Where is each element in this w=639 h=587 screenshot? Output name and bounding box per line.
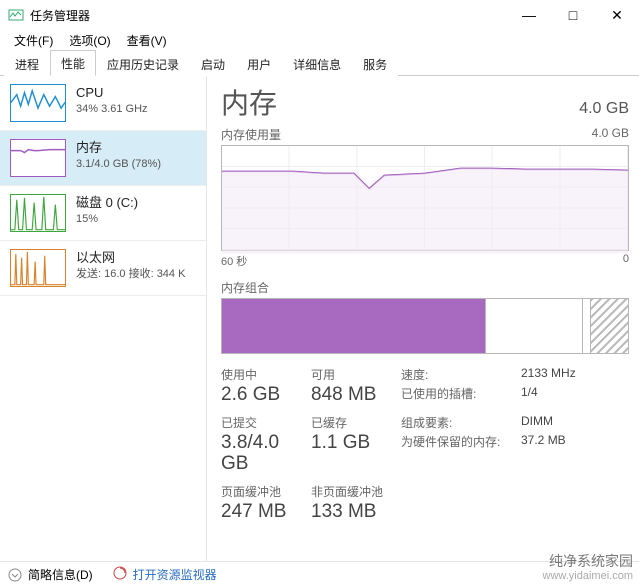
- form-value: DIMM: [521, 414, 629, 431]
- menu-bar: 文件(F) 选项(O) 查看(V): [0, 30, 639, 52]
- memory-panel: 内存 4.0 GB 内存使用量 4.0 GB 60 秒 0 内存组合 使用中 可…: [207, 76, 639, 561]
- tab-services[interactable]: 服务: [352, 51, 398, 76]
- tab-details[interactable]: 详细信息: [282, 51, 352, 76]
- avail-value: 848 MB: [311, 385, 401, 406]
- menu-file[interactable]: 文件(F): [6, 30, 61, 52]
- close-button[interactable]: ✕: [595, 0, 639, 30]
- resmon-icon: [113, 566, 127, 583]
- cpu-thumb-icon: [10, 84, 66, 122]
- nonpaged-value: 133 MB: [311, 502, 401, 523]
- memory-thumb-icon: [10, 139, 66, 177]
- hw-value: 37.2 MB: [521, 433, 629, 481]
- composition-used: [222, 299, 486, 353]
- commit-label: 已提交: [221, 414, 311, 431]
- memory-composition-chart: [221, 298, 629, 354]
- hw-label: 为硬件保留的内存:: [401, 433, 521, 481]
- maximize-button[interactable]: □: [551, 0, 595, 30]
- panel-title: 内存: [221, 82, 277, 122]
- sidebar-item-sub: 15%: [76, 212, 138, 227]
- axis-left: 60 秒: [221, 253, 247, 269]
- sidebar-item-label: 内存: [76, 139, 161, 157]
- tab-processes[interactable]: 进程: [4, 51, 50, 76]
- paged-value: 247 MB: [221, 502, 311, 523]
- sidebar-item-sub: 34% 3.61 GHz: [76, 102, 148, 117]
- commit-value: 3.8/4.0 GB: [221, 433, 311, 475]
- panel-capacity: 4.0 GB: [579, 100, 629, 118]
- slots-label: 已使用的插槽:: [401, 385, 521, 412]
- cached-value: 1.1 GB: [311, 433, 401, 475]
- memory-usage-chart: [221, 145, 629, 251]
- sidebar-item-label: 磁盘 0 (C:): [76, 194, 138, 212]
- in-use-value: 2.6 GB: [221, 385, 311, 406]
- menu-view[interactable]: 查看(V): [119, 30, 175, 52]
- composition-hw: [591, 299, 628, 353]
- form-label: 组成要素:: [401, 414, 521, 431]
- disk-thumb-icon: [10, 194, 66, 232]
- sidebar-item-sub: 3.1/4.0 GB (78%): [76, 157, 161, 172]
- sidebar-item-ethernet[interactable]: 以太网 发送: 16.0 接收: 344 K: [0, 241, 206, 296]
- open-resmon-link[interactable]: 打开资源监视器: [133, 566, 217, 583]
- usage-label: 内存使用量: [221, 126, 281, 143]
- composition-free: [583, 299, 591, 353]
- avail-label: 可用: [311, 366, 401, 383]
- tab-startup[interactable]: 启动: [190, 51, 236, 76]
- window-title: 任务管理器: [30, 7, 90, 24]
- ethernet-thumb-icon: [10, 249, 66, 287]
- sidebar-item-disk[interactable]: 磁盘 0 (C:) 15%: [0, 186, 206, 241]
- title-bar: 任务管理器 — □ ✕: [0, 0, 639, 30]
- tab-users[interactable]: 用户: [236, 51, 282, 76]
- axis-right: 0: [623, 253, 629, 269]
- menu-options[interactable]: 选项(O): [61, 30, 118, 52]
- fewer-details-button[interactable]: 简略信息(D): [28, 566, 93, 583]
- cached-label: 已缓存: [311, 414, 401, 431]
- tab-bar: 进程 性能 应用历史记录 启动 用户 详细信息 服务: [0, 52, 639, 76]
- usage-cap: 4.0 GB: [592, 126, 629, 143]
- speed-value: 2133 MHz: [521, 366, 629, 383]
- tab-history[interactable]: 应用历史记录: [96, 51, 190, 76]
- minimize-button[interactable]: —: [507, 0, 551, 30]
- tab-performance[interactable]: 性能: [50, 50, 96, 76]
- sidebar-item-label: CPU: [76, 84, 148, 102]
- sidebar-item-label: 以太网: [76, 249, 185, 267]
- paged-label: 页面缓冲池: [221, 483, 311, 500]
- in-use-label: 使用中: [221, 366, 311, 383]
- performance-sidebar: CPU 34% 3.61 GHz 内存 3.1/4.0 GB (78%): [0, 76, 207, 561]
- composition-margin: [486, 299, 583, 353]
- sidebar-item-cpu[interactable]: CPU 34% 3.61 GHz: [0, 76, 206, 131]
- nonpaged-label: 非页面缓冲池: [311, 483, 401, 500]
- speed-label: 速度:: [401, 366, 521, 383]
- composition-label: 内存组合: [221, 279, 629, 296]
- sidebar-item-sub: 发送: 16.0 接收: 344 K: [76, 267, 185, 282]
- app-icon: [8, 7, 24, 23]
- chevron-down-icon[interactable]: [8, 568, 22, 582]
- slots-value: 1/4: [521, 385, 629, 412]
- sidebar-item-memory[interactable]: 内存 3.1/4.0 GB (78%): [0, 131, 206, 186]
- bottom-bar: 简略信息(D) 打开资源监视器: [0, 561, 639, 587]
